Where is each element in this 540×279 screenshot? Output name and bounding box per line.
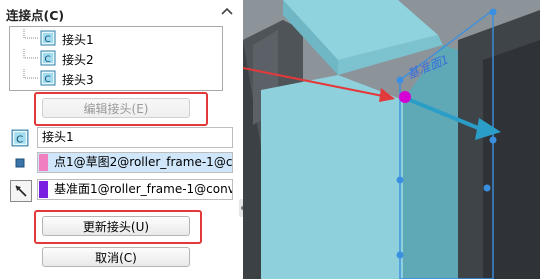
reference-plane-value: 基准面1@roller_frame-1@convey bbox=[54, 182, 233, 196]
tree-item-label: 接头3 bbox=[62, 73, 94, 87]
tree-connector-line bbox=[23, 69, 38, 79]
connector-name-field[interactable]: 接头1 bbox=[37, 127, 233, 148]
tree-item-label: 接头1 bbox=[62, 33, 94, 47]
connector-icon: C bbox=[40, 50, 56, 66]
panel-title: 连接点(C) bbox=[6, 8, 65, 23]
svg-text:C: C bbox=[16, 135, 23, 146]
connector-icon: C bbox=[40, 70, 56, 86]
tree-item-connector-2[interactable]: C 接头2 bbox=[10, 49, 210, 67]
point-select-icon bbox=[13, 156, 27, 170]
connector-name-value: 接头1 bbox=[42, 130, 74, 144]
plane-direction-icon[interactable] bbox=[10, 180, 32, 202]
svg-text:C: C bbox=[45, 35, 51, 45]
selection-color-swatch bbox=[39, 181, 48, 198]
connector-icon: C bbox=[40, 30, 56, 46]
connector-icon: C bbox=[11, 129, 29, 147]
connection-point-field[interactable]: 点1@草图2@roller_frame-1@conv bbox=[37, 152, 233, 173]
3d-viewport[interactable]: 基准面1 bbox=[243, 0, 540, 279]
edit-button-highlight bbox=[34, 92, 208, 126]
panel-header[interactable]: 连接点(C) bbox=[0, 0, 243, 26]
tree-item-connector-1[interactable]: C 接头1 bbox=[10, 29, 210, 47]
property-panel: 连接点(C) C 接头1 C 接头2 C 接头3 编辑接头(E) C 接头1 点… bbox=[0, 0, 243, 279]
connection-point-tree[interactable]: C 接头1 C 接头2 C 接头3 bbox=[9, 26, 223, 91]
chevron-up-icon[interactable] bbox=[219, 4, 235, 20]
connection-point-value: 点1@草图2@roller_frame-1@conv bbox=[54, 155, 233, 169]
tree-connector-line bbox=[23, 49, 38, 59]
svg-text:C: C bbox=[45, 55, 51, 65]
selection-color-swatch bbox=[39, 154, 48, 171]
cancel-button[interactable]: 取消(C) bbox=[42, 247, 190, 267]
svg-text:C: C bbox=[45, 75, 51, 85]
tree-connector-line bbox=[23, 29, 38, 39]
tree-item-label: 接头2 bbox=[62, 53, 94, 67]
reference-plane-field[interactable]: 基准面1@roller_frame-1@convey bbox=[37, 179, 233, 200]
tree-item-connector-3[interactable]: C 接头3 bbox=[10, 69, 210, 87]
update-button-highlight bbox=[34, 210, 202, 244]
model-view[interactable] bbox=[243, 0, 540, 279]
